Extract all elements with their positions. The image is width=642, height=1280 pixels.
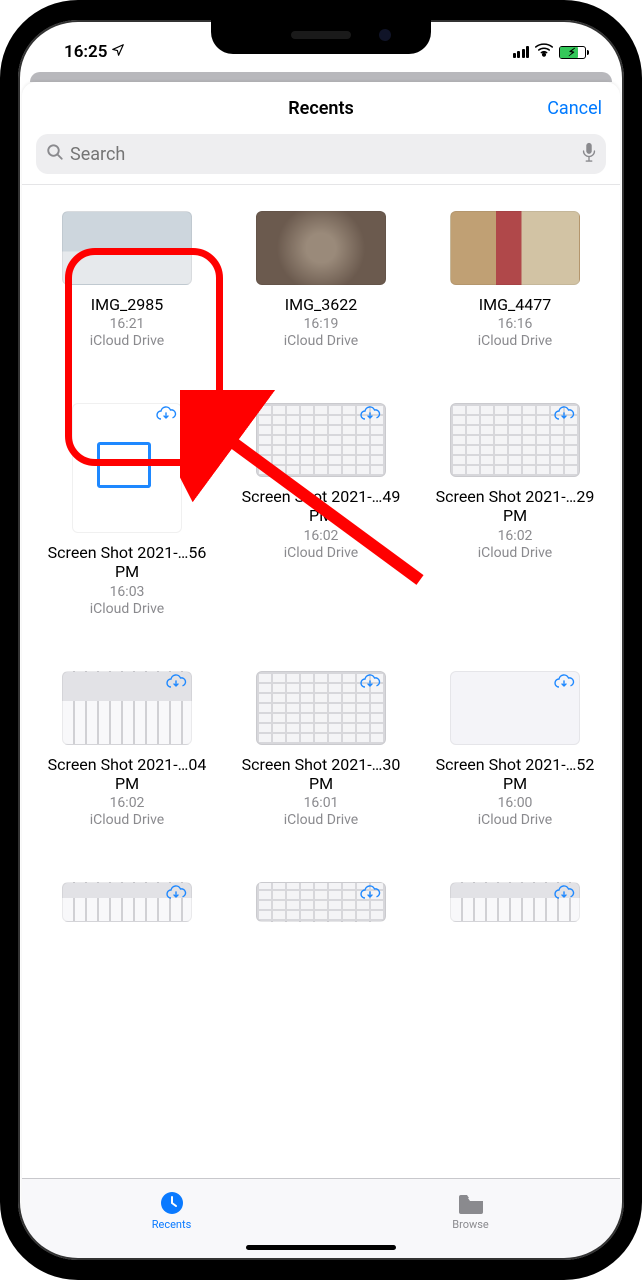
file-time: 16:00 bbox=[498, 795, 533, 811]
file-location: iCloud Drive bbox=[90, 333, 164, 349]
file-thumbnail bbox=[62, 671, 192, 745]
file-item[interactable]: Screen Shot 2021-…29 PM 16:02iCloud Drive bbox=[420, 403, 610, 616]
file-time: 16:03 bbox=[110, 584, 145, 600]
file-location: iCloud Drive bbox=[284, 333, 358, 349]
file-item[interactable]: Screen Shot 2021-…30 PM 16:01iCloud Drive bbox=[226, 671, 416, 828]
file-name: IMG_3622 bbox=[285, 295, 357, 314]
file-time: 16:02 bbox=[110, 795, 145, 811]
status-time: 16:25 bbox=[64, 42, 107, 62]
file-item[interactable] bbox=[420, 882, 610, 922]
tab-recents[interactable]: Recents bbox=[22, 1179, 321, 1242]
cloud-download-icon bbox=[553, 406, 575, 422]
home-indicator[interactable] bbox=[246, 1245, 396, 1250]
file-location: iCloud Drive bbox=[478, 333, 552, 349]
file-name: Screen Shot 2021-…52 PM bbox=[430, 755, 600, 793]
file-location: iCloud Drive bbox=[478, 812, 552, 828]
file-thumbnail bbox=[62, 211, 192, 285]
cloud-download-icon bbox=[155, 406, 177, 422]
cloud-download-icon bbox=[165, 674, 187, 690]
file-item[interactable]: IMG_4477 16:16iCloud Drive bbox=[420, 211, 610, 349]
file-item[interactable]: Screen Shot 2021-…49 PM 16:02iCloud Drive bbox=[226, 403, 416, 616]
search-input[interactable] bbox=[70, 144, 576, 165]
file-thumbnail bbox=[62, 882, 192, 922]
file-location: iCloud Drive bbox=[284, 545, 358, 561]
magnifier-icon bbox=[46, 143, 64, 165]
file-time: 16:19 bbox=[304, 316, 339, 332]
cloud-download-icon bbox=[553, 885, 575, 901]
file-location: iCloud Drive bbox=[478, 545, 552, 561]
file-location: iCloud Drive bbox=[284, 812, 358, 828]
file-name: Screen Shot 2021-…56 PM bbox=[42, 543, 212, 581]
file-item[interactable] bbox=[226, 882, 416, 922]
file-thumbnail bbox=[72, 403, 182, 533]
signal-icon bbox=[513, 46, 530, 58]
file-item[interactable]: Screen Shot 2021-…56 PM 16:03iCloud Drive bbox=[32, 403, 222, 616]
file-name: Screen Shot 2021-…29 PM bbox=[430, 487, 600, 525]
file-thumbnail bbox=[450, 211, 580, 285]
cancel-button[interactable]: Cancel bbox=[547, 98, 602, 119]
battery-charging-icon: ⚡︎ bbox=[559, 46, 586, 59]
file-thumbnail bbox=[256, 403, 386, 477]
location-arrow-icon bbox=[111, 42, 125, 62]
search-field[interactable] bbox=[36, 134, 606, 174]
file-location: iCloud Drive bbox=[90, 812, 164, 828]
file-item[interactable] bbox=[32, 882, 222, 922]
cloud-download-icon bbox=[553, 674, 575, 690]
file-time: 16:16 bbox=[498, 316, 533, 332]
file-grid: IMG_298516:21iCloud DriveIMG_362216:19iC… bbox=[22, 185, 620, 1178]
file-thumbnail bbox=[256, 211, 386, 285]
file-thumbnail bbox=[450, 671, 580, 745]
file-time: 16:01 bbox=[304, 795, 339, 811]
cloud-download-icon bbox=[359, 885, 381, 901]
file-thumbnail bbox=[450, 882, 580, 922]
tab-recents-label: Recents bbox=[152, 1218, 192, 1231]
file-item[interactable]: IMG_2985 16:21iCloud Drive bbox=[32, 211, 222, 349]
wifi-icon bbox=[535, 42, 553, 62]
file-name: Screen Shot 2021-…49 PM bbox=[236, 487, 406, 525]
page-title: Recents bbox=[288, 98, 354, 119]
file-thumbnail bbox=[256, 882, 386, 922]
file-thumbnail bbox=[450, 403, 580, 477]
microphone-icon[interactable] bbox=[582, 142, 596, 166]
file-time: 16:02 bbox=[304, 528, 339, 544]
file-item[interactable]: Screen Shot 2021-…04 PM 16:02iCloud Drive bbox=[32, 671, 222, 828]
tab-browse[interactable]: Browse bbox=[321, 1179, 620, 1242]
cloud-download-icon bbox=[165, 885, 187, 901]
tab-browse-label: Browse bbox=[452, 1218, 489, 1231]
file-time: 16:02 bbox=[498, 528, 533, 544]
file-name: Screen Shot 2021-…04 PM bbox=[42, 755, 212, 793]
nav-header: Recents Cancel bbox=[22, 82, 620, 134]
file-time: 16:21 bbox=[110, 316, 145, 332]
file-name: IMG_2985 bbox=[91, 295, 163, 314]
cloud-download-icon bbox=[359, 406, 381, 422]
cloud-download-icon bbox=[359, 674, 381, 690]
file-thumbnail bbox=[256, 671, 386, 745]
file-item[interactable]: IMG_3622 16:19iCloud Drive bbox=[226, 211, 416, 349]
file-name: Screen Shot 2021-…30 PM bbox=[236, 755, 406, 793]
file-name: IMG_4477 bbox=[479, 295, 551, 314]
file-item[interactable]: Screen Shot 2021-…52 PM 16:00iCloud Drive bbox=[420, 671, 610, 828]
file-location: iCloud Drive bbox=[90, 601, 164, 617]
